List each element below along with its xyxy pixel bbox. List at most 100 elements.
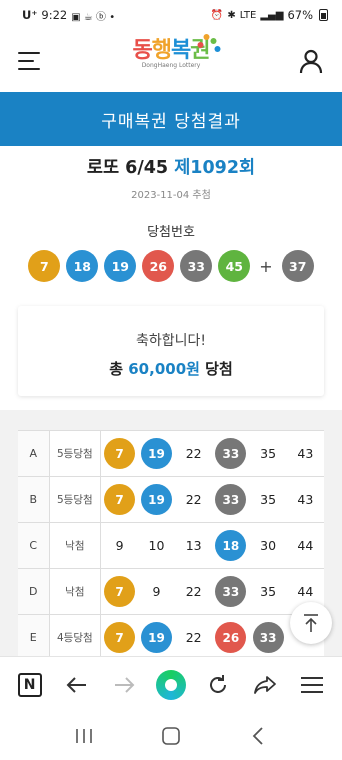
winning-ball: 26 <box>142 250 175 282</box>
game-number: 43 <box>297 446 314 461</box>
system-back-button[interactable] <box>243 721 273 751</box>
draw-title: 로또 6/45 제1092회 <box>0 154 342 179</box>
game-number-cell: 9 <box>137 568 176 615</box>
matched-ball: 19 <box>140 484 172 515</box>
game-number-cell: 43 <box>286 430 324 477</box>
naver-n-icon: N <box>17 672 42 697</box>
draw-date: 2023-11-04 추첨 <box>131 190 211 201</box>
table-row: B 5등당첨 7 19 22 33 35 43 <box>18 476 324 523</box>
game-number-cell: 13 <box>175 522 213 569</box>
scroll-top-button[interactable] <box>290 602 332 644</box>
user-icon[interactable] <box>298 48 324 74</box>
signal-icon: ▂▄▆ <box>260 9 284 21</box>
menu-icon[interactable] <box>18 52 40 70</box>
game-result: 5등당첨 <box>49 430 102 477</box>
game-number-cell: 30 <box>249 522 287 569</box>
game-number-cell: 19 <box>137 430 176 477</box>
recent-apps-button[interactable] <box>69 721 99 751</box>
game-number: 44 <box>297 584 314 599</box>
arrow-up-icon <box>304 614 318 632</box>
game-number-cell: 35 <box>249 476 287 523</box>
matched-ball: 18 <box>215 530 247 561</box>
matched-ball: 33 <box>252 622 284 653</box>
share-button[interactable] <box>248 668 282 702</box>
recent-apps-icon <box>75 729 92 743</box>
home-square-icon <box>162 727 180 745</box>
carrier-label: U⁺ <box>22 8 38 22</box>
status-bar: U⁺ 9:22 ▣ ☕ ⓑ • ⏰ ✱ LTE ▂▄▆ 67% <box>0 0 342 30</box>
game-number: 9 <box>115 538 124 553</box>
browser-toolbar: N <box>0 656 342 712</box>
winning-ball: 7 <box>28 250 61 282</box>
game-results-table: A 5등당첨 7 19 22 33 35 43 B 5등당첨 7 19 22 33 35 43 C 낙첨 9 10 13… <box>18 430 324 656</box>
game-number-cell: 43 <box>286 476 324 523</box>
game-number-cell: 7 <box>100 614 138 656</box>
chevron-left-icon <box>253 727 263 745</box>
game-number: 22 <box>185 446 202 461</box>
refresh-icon <box>210 674 227 693</box>
game-result: 낙첨 <box>49 568 102 615</box>
app-header: 동행복권 DongHaeng Lottery <box>0 30 342 92</box>
status-right: ⏰ ✱ LTE ▂▄▆ 67% <box>211 8 328 22</box>
game-number-cell: 18 <box>212 522 250 569</box>
matched-ball: 7 <box>104 576 136 607</box>
page-title-bar: 구매복권 당첨결과 <box>0 92 342 146</box>
matched-ball: 7 <box>104 438 136 469</box>
matched-ball: 19 <box>140 438 172 469</box>
table-row: C 낙첨 9 10 13 18 30 44 <box>18 522 324 569</box>
game-number-cell: 9 <box>100 522 138 569</box>
green-dot-icon <box>155 669 186 700</box>
naver-home-button[interactable]: N <box>13 668 47 702</box>
page-title: 구매복권 당첨결과 <box>101 111 241 132</box>
game-number: 35 <box>260 446 277 461</box>
game-label: D <box>18 568 50 615</box>
game-number: 9 <box>152 584 161 599</box>
game-number-cell: 19 <box>137 476 176 523</box>
game-number: 22 <box>185 630 202 645</box>
green-dot-button[interactable] <box>154 668 188 702</box>
game-number-cell: 22 <box>175 430 213 477</box>
alarm-icon: ⏰ <box>210 9 224 21</box>
winning-ball: 33 <box>180 250 213 282</box>
prize-prefix: 총 <box>109 360 124 378</box>
game-number: 30 <box>260 538 277 553</box>
matched-ball: 33 <box>215 576 247 607</box>
battery-percent: 67% <box>287 8 313 22</box>
hamburger-icon <box>301 676 324 693</box>
draw-round: 제1092회 <box>174 158 256 178</box>
matched-ball: 33 <box>215 484 247 515</box>
game-number: 22 <box>185 584 202 599</box>
more-menu-button[interactable] <box>295 668 329 702</box>
game-number: 13 <box>185 538 202 553</box>
game-label: A <box>18 430 50 477</box>
draw-info: 로또 6/45 제1092회 2023-11-04 추첨 당첨번호 7 18 1… <box>0 146 342 282</box>
android-nav-bar <box>0 712 342 760</box>
winning-ball: 18 <box>66 250 99 282</box>
game-number-cell: 33 <box>212 568 250 615</box>
winning-ball: 19 <box>104 250 137 282</box>
logo-subtitle: DongHaeng Lottery <box>141 62 201 69</box>
game-number: 43 <box>297 492 314 507</box>
bonus-plus: + <box>259 256 273 276</box>
back-button[interactable] <box>60 668 94 702</box>
prize-total: 총 60,000원 당첨 <box>18 358 324 379</box>
game-result: 낙첨 <box>49 522 102 569</box>
battery-icon <box>319 9 328 21</box>
winning-ball: 45 <box>218 250 251 282</box>
game-number-cell: 7 <box>100 568 138 615</box>
forward-button[interactable] <box>107 668 141 702</box>
game-number-cell: 22 <box>175 476 213 523</box>
arrow-left-icon <box>66 676 86 693</box>
game-number-cell: 19 <box>137 614 176 656</box>
refresh-button[interactable] <box>201 668 235 702</box>
game-number: 10 <box>148 538 165 553</box>
status-left: U⁺ 9:22 ▣ ☕ ⓑ • <box>22 8 115 23</box>
game-number-cell: 33 <box>212 430 250 477</box>
game-number-cell: 33 <box>249 614 287 656</box>
game-number-cell: 35 <box>249 568 287 615</box>
matched-ball: 33 <box>215 438 247 469</box>
home-button[interactable] <box>156 721 186 751</box>
game-number: 35 <box>260 492 277 507</box>
game-label: E <box>18 614 50 656</box>
logo[interactable]: 동행복권 DongHaeng Lottery <box>133 34 221 69</box>
